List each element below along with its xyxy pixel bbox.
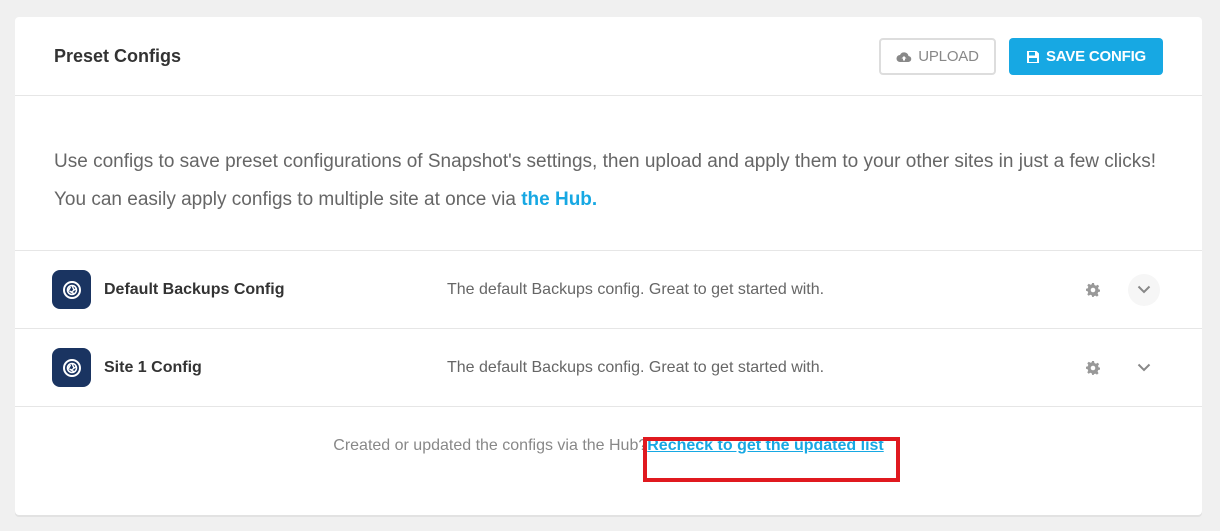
upload-button[interactable]: UPLOAD: [879, 38, 996, 75]
upload-button-label: UPLOAD: [918, 48, 979, 65]
intro-line-2-text: You can easily apply configs to multiple…: [54, 189, 522, 210]
config-row[interactable]: Site 1 Config The default Backups config…: [15, 329, 1202, 407]
chevron-down-icon[interactable]: [1128, 352, 1160, 384]
card-footer: Created or updated the configs via the H…: [15, 437, 1202, 455]
page-title: Preset Configs: [54, 45, 182, 66]
config-description: The default Backups config. Great to get…: [447, 358, 825, 376]
intro-section: Use configs to save preset configuration…: [15, 96, 1202, 251]
card-header: Preset Configs UPLOAD SAVE CONFIG: [15, 17, 1202, 96]
gear-icon[interactable]: [1083, 280, 1103, 300]
chevron-down-icon[interactable]: [1128, 273, 1160, 306]
snapshot-logo-icon: [52, 348, 91, 387]
recheck-link[interactable]: Recheck to get the updated list: [647, 437, 883, 454]
config-name: Default Backups Config: [104, 280, 285, 298]
hub-link[interactable]: the Hub.: [521, 189, 597, 210]
config-row[interactable]: Default Backups Config The default Backu…: [15, 251, 1202, 329]
save-config-button[interactable]: SAVE CONFIG: [1009, 38, 1163, 75]
header-actions: UPLOAD SAVE CONFIG: [879, 38, 1163, 75]
cloud-upload-icon: [896, 51, 912, 62]
floppy-disk-icon: [1026, 50, 1039, 63]
save-config-button-label: SAVE CONFIG: [1045, 48, 1147, 65]
preset-configs-card: Preset Configs UPLOAD SAVE CONFIG Use co…: [15, 17, 1202, 515]
snapshot-logo-icon: [52, 270, 91, 309]
config-name: Site 1 Config: [104, 358, 202, 376]
footer-text: Created or updated the configs via the H…: [333, 437, 648, 454]
config-description: The default Backups config. Great to get…: [447, 280, 825, 298]
gear-icon[interactable]: [1083, 358, 1103, 378]
intro-line-1: Use configs to save preset configuration…: [54, 151, 1157, 172]
intro-line-2: You can easily apply configs to multiple…: [54, 181, 1163, 219]
